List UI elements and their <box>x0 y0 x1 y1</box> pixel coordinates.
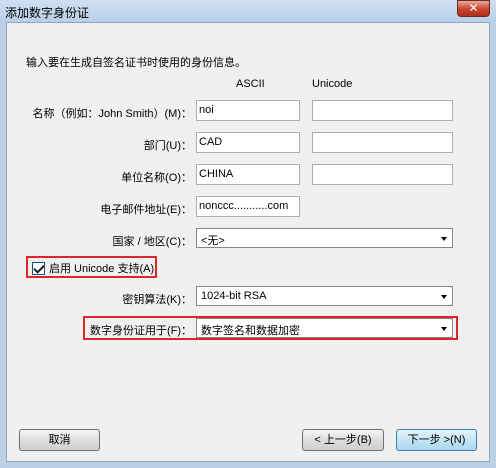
unicode-support-checkbox[interactable] <box>32 261 45 275</box>
usage-select-value: 数字签名和数据加密 <box>201 325 300 337</box>
chevron-down-icon <box>441 327 447 331</box>
unicode-support-checkbox-row[interactable]: 启用 Unicode 支持(A) <box>32 260 154 276</box>
name-label: 名称（例如：John Smith）(M)： <box>32 108 192 120</box>
next-button[interactable]: 下一步 >(N) <box>396 429 477 451</box>
back-button[interactable]: < 上一步(B) <box>302 429 384 451</box>
organization-ascii-input[interactable]: CHINA <box>196 164 300 185</box>
key-algorithm-select-value: 1024-bit RSA <box>201 290 267 302</box>
department-unicode-input[interactable] <box>312 132 453 153</box>
key-algorithm-label: 密钥算法(K)： <box>122 294 192 306</box>
department-ascii-input[interactable]: CAD <box>196 132 300 153</box>
chevron-down-icon <box>441 295 447 299</box>
chevron-down-icon <box>441 237 447 241</box>
ascii-column-header: ASCII <box>236 78 265 90</box>
email-label: 电子邮件地址(E)： <box>100 204 192 216</box>
usage-label: 数字身份证用于(F)： <box>89 325 192 337</box>
country-select[interactable]: <无> <box>196 228 453 248</box>
intro-text: 输入要在生成自签名证书时使用的身份信息。 <box>26 57 246 69</box>
organization-label: 单位名称(O)： <box>121 172 192 184</box>
window-title: 添加数字身份证 <box>5 6 90 20</box>
name-ascii-input[interactable]: noi <box>196 100 300 121</box>
name-unicode-input[interactable] <box>312 100 453 121</box>
unicode-column-header: Unicode <box>312 78 353 90</box>
unicode-support-label: 启用 Unicode 支持(A) <box>49 263 155 275</box>
cancel-button[interactable]: 取消 <box>19 429 100 451</box>
close-button[interactable]: ✕ <box>457 0 490 17</box>
usage-select[interactable]: 数字签名和数据加密 <box>196 318 453 338</box>
organization-unicode-input[interactable] <box>312 164 453 185</box>
email-input[interactable]: nonccc...........com <box>196 196 300 217</box>
country-label: 国家 / 地区(C)： <box>112 236 192 248</box>
close-icon: ✕ <box>468 1 479 15</box>
title-bar: 添加数字身份证 ✕ <box>0 0 496 22</box>
key-algorithm-select[interactable]: 1024-bit RSA <box>196 286 453 306</box>
department-label: 部门(U)： <box>143 140 192 152</box>
country-select-value: <无> <box>201 235 225 247</box>
